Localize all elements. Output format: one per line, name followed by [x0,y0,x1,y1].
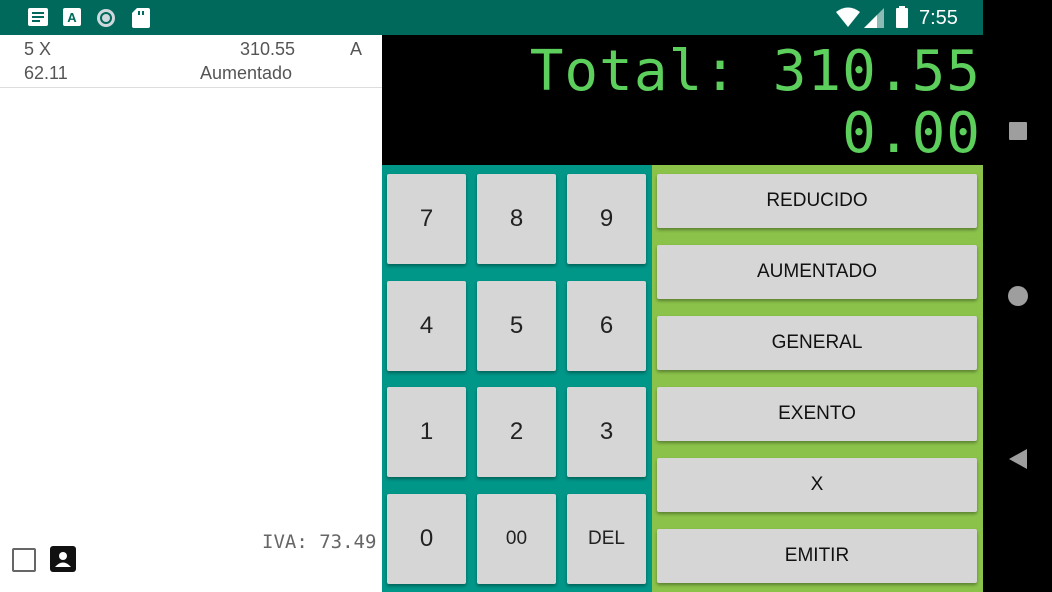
contact-icon[interactable] [50,546,76,577]
exento-button[interactable]: EXENTO [657,387,977,441]
battery-icon [896,6,908,33]
navigation-bar [983,0,1052,592]
recents-icon[interactable] [1009,122,1027,145]
key-8[interactable]: 8 [477,174,556,264]
item-amount: 310.55 [240,39,296,59]
tax-actions-panel: REDUCIDO AUMENTADO GENERAL EXENTO X EMIT… [652,165,983,592]
notes-icon [28,8,48,31]
select-checkbox[interactable] [12,548,36,572]
delete-key[interactable]: DEL [567,494,646,584]
sync-icon [96,8,116,33]
key-1[interactable]: 1 [387,387,466,477]
numeric-keypad: 7 8 9 4 5 6 1 2 3 0 00 DEL [382,165,652,592]
key-6[interactable]: 6 [567,281,646,371]
multiply-button[interactable]: X [657,458,977,512]
key-0[interactable]: 0 [387,494,466,584]
items-list-panel: 5 X 62.11 310.55 Aumentado A IVA: 73.49 [0,35,382,592]
general-button[interactable]: GENERAL [657,316,977,370]
status-time: 7:55 [919,7,958,29]
key-7[interactable]: 7 [387,174,466,264]
signal-icon [864,8,884,33]
iva-total: IVA: 73.49 [262,531,377,553]
key-9[interactable]: 9 [567,174,646,264]
key-2[interactable]: 2 [477,387,556,477]
aumentado-button[interactable]: AUMENTADO [657,245,977,299]
back-icon[interactable] [1009,449,1027,474]
status-bar: A 7:55 [0,0,983,35]
item-tax-type: Aumentado [200,63,293,83]
item-unit-price: 62.11 [24,63,68,83]
total-readout: Total: 310.55 [529,39,981,104]
wifi-icon [836,7,860,32]
sd-card-icon [132,8,150,33]
key-4[interactable]: 4 [387,281,466,371]
home-icon[interactable] [1007,285,1029,312]
key-5[interactable]: 5 [477,281,556,371]
current-input-readout: 0.00 [842,101,981,166]
item-quantity: 5 X [24,39,52,59]
item-tax-code: A [350,39,363,59]
font-icon: A [63,8,81,31]
reducido-button[interactable]: REDUCIDO [657,174,977,228]
key-double-zero[interactable]: 00 [477,494,556,584]
emitir-button[interactable]: EMITIR [657,529,977,583]
list-item[interactable]: 5 X 62.11 310.55 Aumentado A [0,35,382,88]
svg-text:A: A [67,10,77,25]
amount-display: Total: 310.55 0.00 [382,35,983,166]
key-3[interactable]: 3 [567,387,646,477]
